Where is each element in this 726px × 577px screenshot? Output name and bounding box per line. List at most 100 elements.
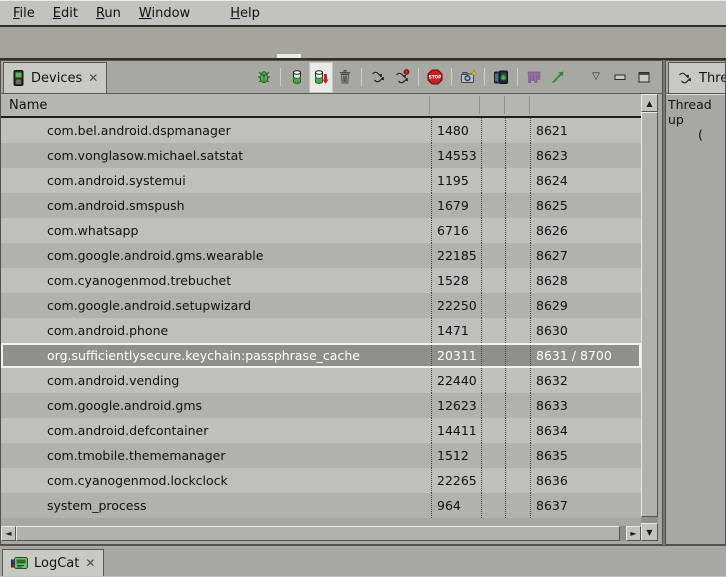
process-pid: 20311 bbox=[431, 343, 481, 368]
scroll-down-button[interactable]: ▼ bbox=[641, 523, 658, 541]
table-row[interactable]: com.android.systemui 1195 8624 bbox=[1, 168, 641, 193]
process-name: com.google.android.gms.wearable bbox=[1, 243, 431, 268]
table-row[interactable]: com.google.android.setupwizard 22250 862… bbox=[1, 293, 641, 318]
process-pid: 14411 bbox=[431, 418, 481, 443]
process-port: 8630 bbox=[530, 318, 641, 343]
empty-cell bbox=[505, 118, 530, 143]
process-name: com.vonglasow.michael.satstat bbox=[1, 143, 431, 168]
menu-file[interactable]: File bbox=[4, 4, 44, 23]
empty-cell bbox=[505, 393, 530, 418]
table-row[interactable]: com.android.phone 1471 8630 bbox=[1, 318, 641, 343]
dump-threads-icon[interactable] bbox=[390, 64, 414, 90]
devices-table: Name com.bel.android.dspmanager 1480 bbox=[1, 94, 662, 541]
scroll-left-button[interactable]: ◄ bbox=[1, 526, 16, 541]
maximize-icon[interactable] bbox=[632, 64, 656, 90]
svg-text:STOP: STOP bbox=[429, 75, 442, 80]
update-threads-icon[interactable] bbox=[366, 64, 390, 90]
debug-attach-icon[interactable] bbox=[252, 64, 276, 90]
table-row[interactable]: com.android.defcontainer 14411 8634 bbox=[1, 418, 641, 443]
process-port: 8621 bbox=[530, 118, 641, 143]
table-row[interactable]: com.android.smspush 1679 8625 bbox=[1, 193, 641, 218]
screen-capture-icon[interactable] bbox=[456, 64, 480, 90]
devices-table-main: Name com.bel.android.dspmanager 1480 bbox=[1, 94, 641, 541]
table-row[interactable]: com.android.vending 22440 8632 bbox=[1, 368, 641, 393]
table-row[interactable]: com.google.android.gms 12623 8633 bbox=[1, 393, 641, 418]
table-row[interactable]: com.bel.android.dspmanager 1480 8621 bbox=[1, 118, 641, 143]
empty-cell bbox=[481, 443, 505, 468]
update-heap-icon[interactable] bbox=[285, 64, 309, 90]
menu-window[interactable]: Window bbox=[130, 4, 199, 23]
toolbar-separator bbox=[484, 68, 485, 86]
process-pid: 6716 bbox=[431, 218, 481, 243]
empty-cell bbox=[481, 293, 505, 318]
process-port: 8634 bbox=[530, 418, 641, 443]
column-divider[interactable] bbox=[504, 96, 505, 114]
coolbar-strip bbox=[0, 27, 726, 60]
tab-logcat[interactable]: LogCat ✕ bbox=[2, 549, 104, 576]
horizontal-scroll-thumb[interactable] bbox=[16, 526, 620, 541]
devices-tabbar: Devices ✕ bbox=[1, 61, 662, 94]
horizontal-scrollbar[interactable]: ◄ ► bbox=[1, 526, 641, 541]
threads-tabbar: Threads bbox=[666, 61, 725, 94]
table-row[interactable]: system_process 964 8637 bbox=[1, 493, 641, 518]
coolbar-notch bbox=[277, 54, 301, 58]
table-row[interactable]: com.tmobile.thememanager 1512 8635 bbox=[1, 443, 641, 468]
process-name: com.android.phone bbox=[1, 318, 431, 343]
column-divider[interactable] bbox=[479, 96, 480, 114]
devices-panel: Devices ✕ bbox=[0, 60, 663, 545]
process-port: 8624 bbox=[530, 168, 641, 193]
menu-help[interactable]: Help bbox=[221, 4, 269, 23]
minimize-icon[interactable] bbox=[608, 64, 632, 90]
process-port: 8633 bbox=[530, 393, 641, 418]
column-header-name[interactable]: Name bbox=[1, 98, 47, 113]
vertical-scroll-thumb[interactable] bbox=[641, 112, 658, 517]
table-row[interactable]: com.google.android.gms.wearable 22185 86… bbox=[1, 243, 641, 268]
table-header[interactable]: Name bbox=[1, 94, 641, 118]
view-hierarchy-icon[interactable] bbox=[489, 64, 513, 90]
toolbar-separator bbox=[517, 68, 518, 86]
scroll-up-button[interactable]: ▲ bbox=[641, 94, 658, 112]
method-profiling-icon[interactable] bbox=[546, 64, 570, 90]
close-icon[interactable]: ✕ bbox=[85, 557, 95, 569]
process-pid: 1480 bbox=[431, 118, 481, 143]
close-icon[interactable]: ✕ bbox=[88, 72, 98, 84]
devices-tab-label: Devices bbox=[31, 71, 82, 86]
process-port: 8627 bbox=[530, 243, 641, 268]
table-row[interactable]: com.whatsapp 6716 8626 bbox=[1, 218, 641, 243]
empty-cell bbox=[481, 118, 505, 143]
empty-cell bbox=[481, 218, 505, 243]
tab-threads[interactable]: Threads bbox=[668, 62, 725, 93]
cause-gc-icon[interactable] bbox=[333, 64, 357, 90]
process-name: com.cyanogenmod.trebuchet bbox=[1, 268, 431, 293]
process-name: com.google.android.setupwizard bbox=[1, 293, 431, 318]
table-row[interactable]: com.cyanogenmod.lockclock 22265 8636 bbox=[1, 468, 641, 493]
column-divider[interactable] bbox=[529, 96, 530, 114]
empty-cell bbox=[505, 218, 530, 243]
systrace-icon[interactable] bbox=[522, 64, 546, 90]
dump-hprof-icon[interactable] bbox=[309, 62, 333, 93]
column-divider[interactable] bbox=[429, 96, 430, 114]
threads-tab-label: Threads bbox=[699, 71, 725, 86]
stop-process-icon[interactable]: STOP bbox=[423, 64, 447, 90]
empty-cell bbox=[481, 168, 505, 193]
table-row[interactable]: com.cyanogenmod.trebuchet 1528 8628 bbox=[1, 268, 641, 293]
menu-run[interactable]: Run bbox=[87, 4, 130, 23]
menu-edit[interactable]: Edit bbox=[44, 4, 87, 23]
empty-cell bbox=[481, 268, 505, 293]
scroll-right-button[interactable]: ► bbox=[626, 526, 641, 541]
process-pid: 1195 bbox=[431, 168, 481, 193]
table-row[interactable]: com.vonglasow.michael.satstat 14553 8623 bbox=[1, 143, 641, 168]
process-name: com.bel.android.dspmanager bbox=[1, 118, 431, 143]
process-pid: 22440 bbox=[431, 368, 481, 393]
view-menu-icon[interactable]: ▽ bbox=[584, 64, 608, 90]
empty-cell bbox=[481, 143, 505, 168]
process-port: 8628 bbox=[530, 268, 641, 293]
table-row[interactable]: org.sufficientlysecure.keychain:passphra… bbox=[1, 343, 641, 368]
vertical-scrollbar[interactable]: ▲ ▼ bbox=[641, 94, 658, 541]
threads-icon bbox=[677, 70, 693, 86]
tab-devices[interactable]: Devices ✕ bbox=[3, 62, 107, 93]
empty-cell bbox=[481, 393, 505, 418]
empty-cell bbox=[505, 193, 530, 218]
process-port: 8626 bbox=[530, 218, 641, 243]
empty-cell bbox=[505, 293, 530, 318]
